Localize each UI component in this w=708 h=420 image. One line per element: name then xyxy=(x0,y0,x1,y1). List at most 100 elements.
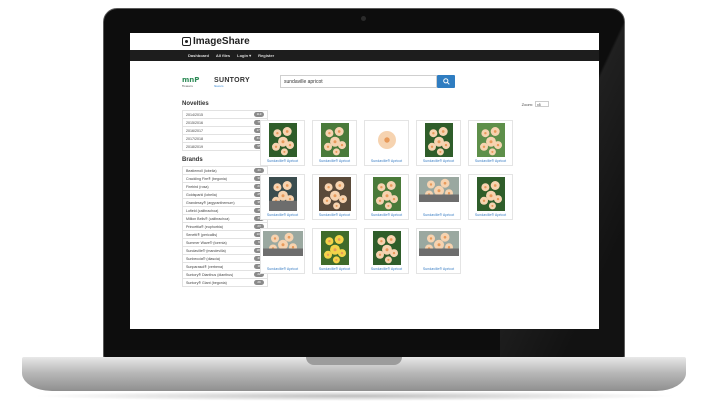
result-thumbnail[interactable]: Sundaville® Apricot xyxy=(312,228,357,274)
flower-photo-icon xyxy=(372,123,401,157)
thumbnail-caption[interactable]: Sundaville® Apricot xyxy=(417,213,460,217)
count-badge: 29 xyxy=(254,280,264,285)
brands-item-label: Sunparasol® (verbena) xyxy=(186,264,224,269)
thumbnail-caption[interactable]: Sundaville® Apricot xyxy=(313,267,356,271)
zoom-select[interactable]: x5 xyxy=(535,101,549,107)
brands-item-label: Suntory® Dianthus (dianthus) xyxy=(186,272,234,277)
thumbnail-image[interactable] xyxy=(372,231,401,270)
filter-sidebar: Novelties 2014/2015 113 2015/2016 75 2016/20… xyxy=(182,99,268,287)
thumbnail-caption[interactable]: Sundaville® Apricot xyxy=(261,159,304,163)
thumbnail-caption[interactable]: Sundaville® Apricot xyxy=(365,267,408,271)
webcam xyxy=(361,16,366,21)
result-thumbnail[interactable]: Sundaville® Apricot xyxy=(260,120,305,166)
flower-photo-icon xyxy=(268,123,297,157)
thumbnail-image[interactable] xyxy=(476,177,505,216)
nav-all-files[interactable]: All files xyxy=(216,53,230,58)
thumbnail-image[interactable] xyxy=(320,123,349,162)
thumbnail-caption[interactable]: Sundaville® Apricot xyxy=(417,267,460,271)
result-thumbnail[interactable]: Sundaville® Apricot xyxy=(312,174,357,220)
brands-item-label: Summer Wave® (torenia) xyxy=(186,240,227,245)
suntory-logo: SUNTORY flowers xyxy=(214,77,250,88)
thumbnail-caption[interactable]: Sundaville® Apricot xyxy=(313,159,356,163)
brands-item-label: Grandessy® (argyranthemum) xyxy=(186,200,235,205)
brands-list: Beatiemoll (lobelia) 43 Crackling Fire® (b… xyxy=(182,166,268,287)
novelties-item[interactable]: 2018/2019 55 xyxy=(182,142,268,151)
novelties-item-label: 2016/2017 xyxy=(186,128,203,133)
flower-photo-icon xyxy=(372,231,401,265)
thumbnail-image[interactable] xyxy=(372,123,401,162)
result-thumbnail[interactable]: Sundaville® Apricot xyxy=(312,120,357,166)
brands-item-label: Goldsparkl (lobelia) xyxy=(186,192,217,197)
camera-logo-icon xyxy=(182,37,191,46)
app-brand[interactable]: ImageShare xyxy=(193,36,250,47)
zoom-label: Zoom: xyxy=(521,101,533,107)
flower-photo-icon xyxy=(318,177,351,211)
thumbnail-caption[interactable]: Sundaville® Apricot xyxy=(469,213,512,217)
search-row: mnP flowers SUNTORY flowers xyxy=(130,73,599,91)
brands-item-label: Senetti® (pericallis) xyxy=(186,232,218,237)
thumbnail-image[interactable] xyxy=(268,177,297,216)
search-button[interactable] xyxy=(437,75,455,88)
brands-item-label: Beatiemoll (lobelia) xyxy=(186,168,217,173)
laptop-shadow xyxy=(30,391,678,401)
result-thumbnail[interactable]: Sundaville® Apricot xyxy=(364,174,409,220)
flower-photo-icon xyxy=(268,177,297,211)
count-badge: 113 xyxy=(254,112,264,117)
result-thumbnail[interactable]: Sundaville® Apricot xyxy=(416,174,461,220)
thumbnail-image[interactable] xyxy=(262,231,303,261)
thumbnail-caption[interactable]: Sundaville® Apricot xyxy=(365,213,408,217)
brands-item[interactable]: Suntory® Giant (begonia) 29 xyxy=(182,278,268,287)
mnp-logo: mnP flowers xyxy=(182,76,200,88)
result-thumbnail[interactable]: Sundaville® Apricot xyxy=(416,228,461,274)
novelties-list: 2014/2015 113 2015/2016 75 2016/2017 176 2017/… xyxy=(182,110,268,151)
thumbnail-caption[interactable]: Sundaville® Apricot xyxy=(261,213,304,217)
flower-photo-icon xyxy=(418,177,459,202)
brands-item-label: Sundaville® (mandevilla) xyxy=(186,248,226,253)
result-thumbnail[interactable]: Sundaville® Apricot xyxy=(416,120,461,166)
flower-photo-icon xyxy=(262,231,303,256)
result-thumbnail[interactable]: Sundaville® Apricot xyxy=(260,174,305,220)
brands-item-label: Lofield (calibrachoa) xyxy=(186,208,219,213)
thumbnail-image[interactable] xyxy=(268,123,297,162)
thumbnail-image[interactable] xyxy=(418,177,459,207)
thumbnail-caption[interactable]: Sundaville® Apricot xyxy=(365,159,408,163)
flower-photo-icon xyxy=(476,123,505,157)
thumbnail-image[interactable] xyxy=(320,231,349,270)
zoom-control: Zoom: x5 xyxy=(522,101,549,107)
thumbnail-caption[interactable]: Sundaville® Apricot xyxy=(261,267,304,271)
flower-photo-icon xyxy=(320,231,349,265)
nav-dashboard[interactable]: Dashboard xyxy=(188,53,209,58)
search-input[interactable] xyxy=(280,75,437,88)
thumbnail-image[interactable] xyxy=(372,177,401,216)
brands-item-label: Sunbeccia® (diascia) xyxy=(186,256,221,261)
flower-photo-icon xyxy=(418,231,459,256)
brands-item-label: Million Bells® (calibrachoa) xyxy=(186,216,230,221)
flower-photo-icon xyxy=(372,177,401,211)
nav-login[interactable]: Login ▾ xyxy=(237,53,251,58)
novelties-item-label: 2014/2015 xyxy=(186,112,203,117)
result-thumbnail[interactable]: Sundaville® Apricot xyxy=(364,228,409,274)
result-thumbnail[interactable]: Sundaville® Apricot xyxy=(364,120,409,166)
flower-photo-icon xyxy=(320,123,349,157)
brand-bar: ImageShare xyxy=(130,33,599,50)
brands-item-label: Firebird (rosa) xyxy=(186,184,209,189)
flower-photo-icon xyxy=(424,123,453,157)
brands-item-label: Suntory® Giant (begonia) xyxy=(186,280,227,285)
main-navbar: Dashboard All files Login ▾ Register xyxy=(130,50,599,61)
novelties-item-label: 2018/2019 xyxy=(186,144,203,149)
result-thumbnail[interactable]: Sundaville® Apricot xyxy=(468,174,513,220)
brands-item-label: Princettia® (euphorbia) xyxy=(186,224,224,229)
result-thumbnail[interactable]: Sundaville® Apricot xyxy=(260,228,305,274)
thumbnail-caption[interactable]: Sundaville® Apricot xyxy=(469,159,512,163)
laptop-notch xyxy=(306,357,402,365)
thumbnail-caption[interactable]: Sundaville® Apricot xyxy=(417,159,460,163)
thumbnail-image[interactable] xyxy=(418,231,459,261)
novelties-item-label: 2015/2016 xyxy=(186,120,203,125)
novelties-item-label: 2017/2018 xyxy=(186,136,203,141)
thumbnail-image[interactable] xyxy=(318,177,351,216)
thumbnail-caption[interactable]: Sundaville® Apricot xyxy=(313,213,356,217)
thumbnail-image[interactable] xyxy=(424,123,453,162)
result-thumbnail[interactable]: Sundaville® Apricot xyxy=(468,120,513,166)
thumbnail-image[interactable] xyxy=(476,123,505,162)
nav-register[interactable]: Register xyxy=(258,53,274,58)
